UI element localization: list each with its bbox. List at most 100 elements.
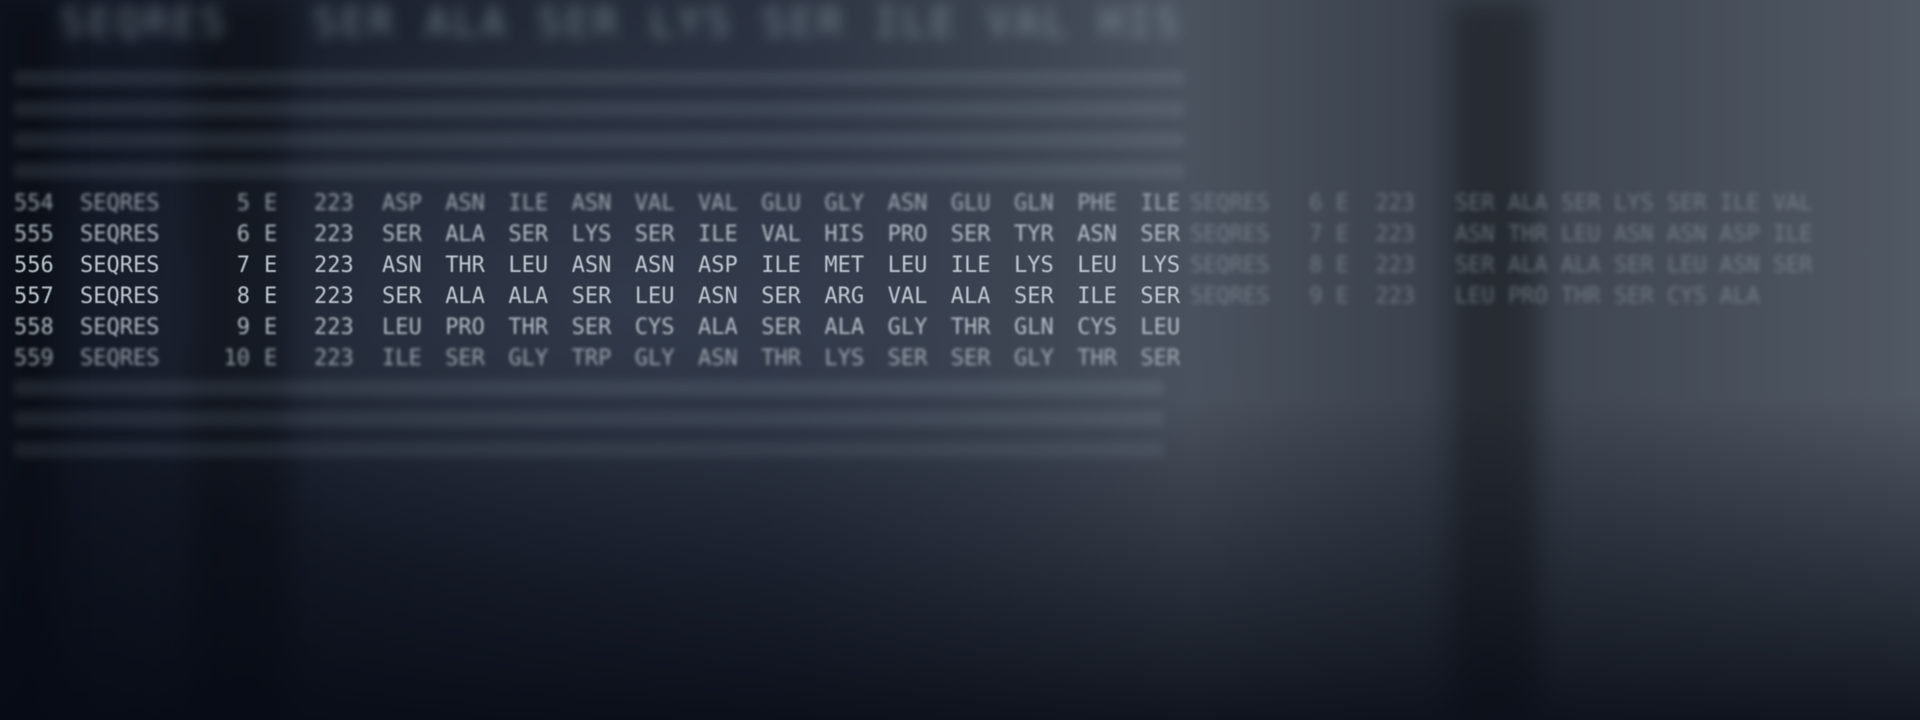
- line-number: 554: [14, 191, 54, 216]
- residue-cell: GLY: [508, 346, 549, 371]
- record-label: SEQRES: [80, 253, 160, 278]
- line-number: 556: [14, 253, 54, 278]
- residue-cell: ALA: [445, 222, 485, 247]
- residue-cell: GLU: [950, 191, 991, 216]
- residue-count: 223: [314, 346, 354, 371]
- residue-cell: THR: [1077, 346, 1117, 371]
- line-number: 557: [14, 284, 54, 309]
- residue-cell: GLY: [1014, 346, 1054, 371]
- residue-cell: ALA: [508, 284, 549, 309]
- residue-count: 223: [314, 284, 354, 309]
- blurred-row-placeholder: [14, 442, 1164, 458]
- residue-cell: SER: [445, 346, 485, 371]
- residue-cell: LEU: [382, 315, 422, 340]
- residue-cell: ASN: [571, 191, 612, 216]
- residue-cell: LEU: [1140, 315, 1181, 340]
- line-number: 558: [14, 315, 54, 340]
- residue-cell: ASN: [887, 191, 928, 216]
- residue-cell: SER: [761, 284, 801, 309]
- residue-cell: HIS: [824, 222, 865, 247]
- serial-number: 7: [236, 253, 250, 278]
- blurred-row-placeholder: [14, 101, 1184, 117]
- blurred-row-placeholder: [14, 163, 1184, 179]
- residue-cell: VAL: [698, 191, 738, 216]
- chain-id: E: [264, 253, 278, 278]
- residue-cell: ASN: [634, 253, 675, 278]
- terminal-background: SEQRES SER ALA SER LYS SER ILE VAL HIS 5…: [0, 0, 1920, 720]
- residue-cell: THR: [445, 253, 485, 278]
- residue-cell: ASN: [1077, 222, 1117, 247]
- residue-cell: ASN: [382, 253, 422, 278]
- residue-cell: ALA: [445, 284, 485, 309]
- residue-cell: GLY: [887, 315, 928, 340]
- chain-id: E: [264, 284, 278, 309]
- residue-cell: ASP: [382, 191, 422, 216]
- residue-cell: LEU: [634, 284, 675, 309]
- residue-cell: SER: [950, 222, 991, 247]
- residue-cell: SER: [1014, 284, 1054, 309]
- residue-cell: GLU: [761, 191, 801, 216]
- residue-cell: SER: [887, 346, 928, 371]
- residue-cell: LEU: [1077, 253, 1117, 278]
- ghost-row: SEQRES 6 E 223 SER ALA SER LYS SER ILE V…: [1190, 191, 1813, 216]
- serial-number: 5: [236, 191, 250, 216]
- residue-cell: ASN: [698, 346, 738, 371]
- residue-cell: PRO: [887, 222, 928, 247]
- residue-cell: ALA: [698, 315, 738, 340]
- residue-cell: SER: [761, 315, 801, 340]
- residue-cell: SER: [634, 222, 675, 247]
- record-label: SEQRES: [80, 222, 160, 247]
- blurred-row-placeholder: [14, 380, 1164, 396]
- residue-count: 223: [314, 191, 354, 216]
- blurred-row-placeholder: [14, 132, 1184, 148]
- residue-cell: ASP: [698, 253, 738, 278]
- residue-cell: SER: [571, 315, 612, 340]
- residue-cell: LEU: [508, 253, 549, 278]
- record-label: SEQRES: [80, 191, 160, 216]
- residue-cell: TYR: [1014, 222, 1054, 247]
- residue-cell: CYS: [634, 315, 675, 340]
- residue-cell: SER: [1140, 346, 1181, 371]
- chain-id: E: [264, 346, 278, 371]
- residue-cell: ALA: [950, 284, 991, 309]
- residue-cell: ASN: [698, 284, 738, 309]
- residue-cell: GLN: [1014, 315, 1054, 340]
- record-label: SEQRES: [80, 346, 160, 371]
- residue-cell: VAL: [761, 222, 801, 247]
- residue-cell: GLY: [634, 346, 675, 371]
- line-number: 555: [14, 222, 54, 247]
- blurred-row-placeholder: [14, 70, 1184, 86]
- residue-cell: GLY: [824, 191, 865, 216]
- residue-cell: SER: [950, 346, 991, 371]
- residue-cell: SER: [382, 222, 422, 247]
- residue-cell: SER: [382, 284, 422, 309]
- blurred-header-text: SEQRES SER ALA SER LYS SER ILE VAL HIS: [60, 0, 1184, 46]
- residue-cell: ILE: [1077, 284, 1117, 309]
- line-number: 559: [14, 346, 54, 371]
- residue-cell: ILE: [761, 253, 801, 278]
- residue-count: 223: [314, 222, 354, 247]
- ghost-row: SEQRES 7 E 223 ASN THR LEU ASN ASN ASP I…: [1190, 222, 1813, 247]
- residue-cell: LYS: [824, 346, 865, 371]
- residue-count: 223: [314, 253, 354, 278]
- residue-cell: SER: [508, 222, 549, 247]
- residue-cell: ILE: [508, 191, 549, 216]
- residue-cell: ILE: [950, 253, 991, 278]
- ghost-row: SEQRES 9 E 223 LEU PRO THR SER CYS ALA: [1190, 284, 1760, 309]
- record-label: SEQRES: [80, 315, 160, 340]
- residue-cell: CYS: [1077, 315, 1117, 340]
- ghost-row: SEQRES 8 E 223 SER ALA ALA SER LEU ASN S…: [1190, 253, 1813, 278]
- residue-cell: GLN: [1014, 191, 1054, 216]
- residue-cell: THR: [950, 315, 991, 340]
- residue-cell: PRO: [445, 315, 485, 340]
- residue-cell: LEU: [887, 253, 928, 278]
- residue-count: 223: [314, 315, 354, 340]
- residue-cell: THR: [761, 346, 801, 371]
- residue-cell: ILE: [382, 346, 422, 371]
- residue-cell: LYS: [1014, 253, 1054, 278]
- blurred-row-placeholder: [14, 411, 1164, 427]
- serial-number: 8: [236, 284, 250, 309]
- residue-cell: ARG: [824, 284, 865, 309]
- residue-cell: PHE: [1077, 191, 1117, 216]
- residue-cell: ASN: [445, 191, 485, 216]
